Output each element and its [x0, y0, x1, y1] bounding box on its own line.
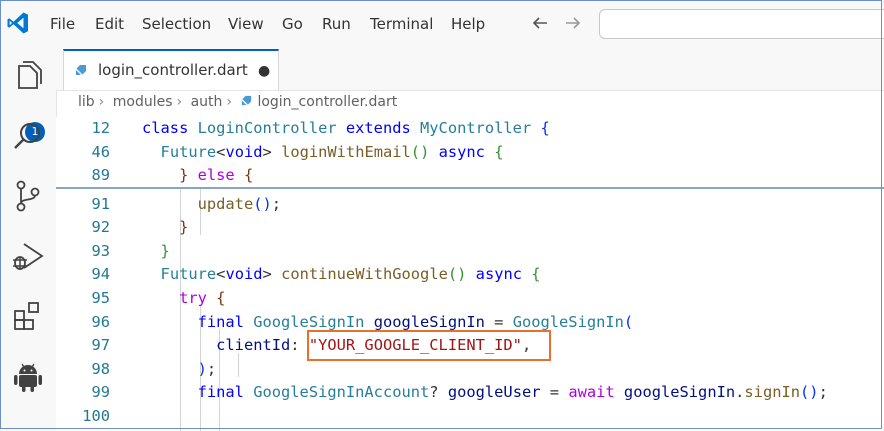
- screenshot-border: [0, 0, 882, 429]
